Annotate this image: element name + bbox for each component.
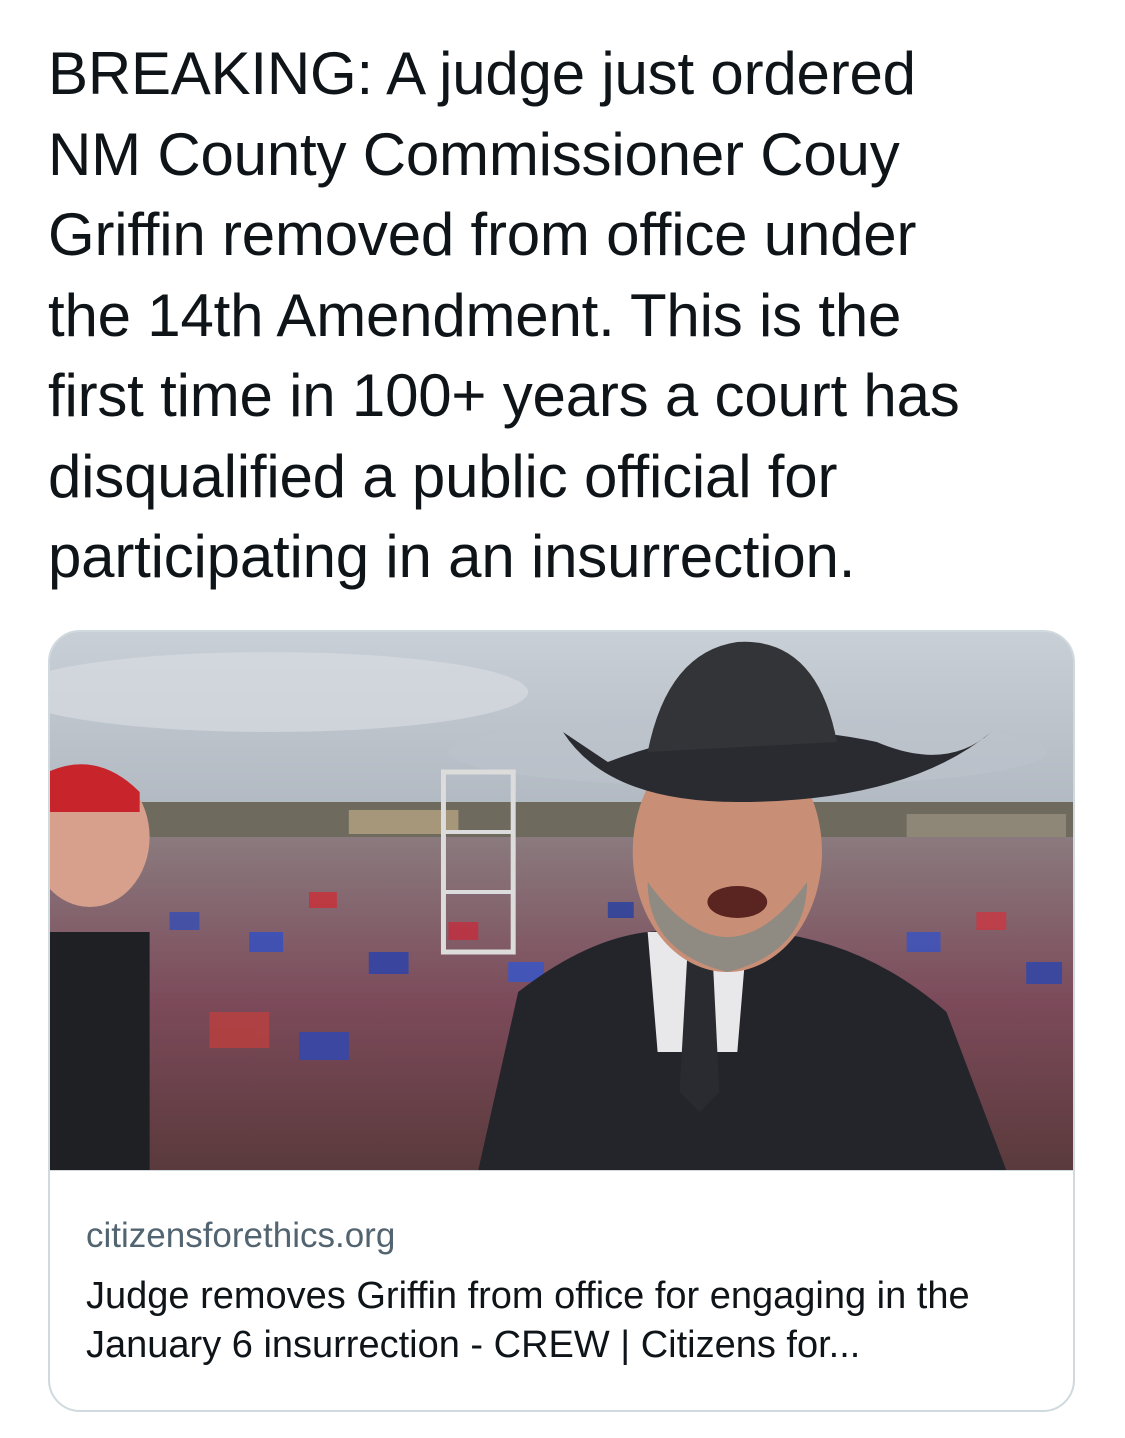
crowd-photo <box>50 632 1073 1170</box>
tweet-text: BREAKING: A judge just ordered NM County… <box>48 40 960 590</box>
link-domain: citizensforethics.org <box>86 1216 396 1255</box>
link-title[interactable]: Judge removes Griffin from office for en… <box>86 1272 1046 1370</box>
link-preview-image[interactable] <box>50 632 1073 1171</box>
link-preview-card[interactable]: citizensforethics.org Judge removes Grif… <box>48 630 1075 1412</box>
